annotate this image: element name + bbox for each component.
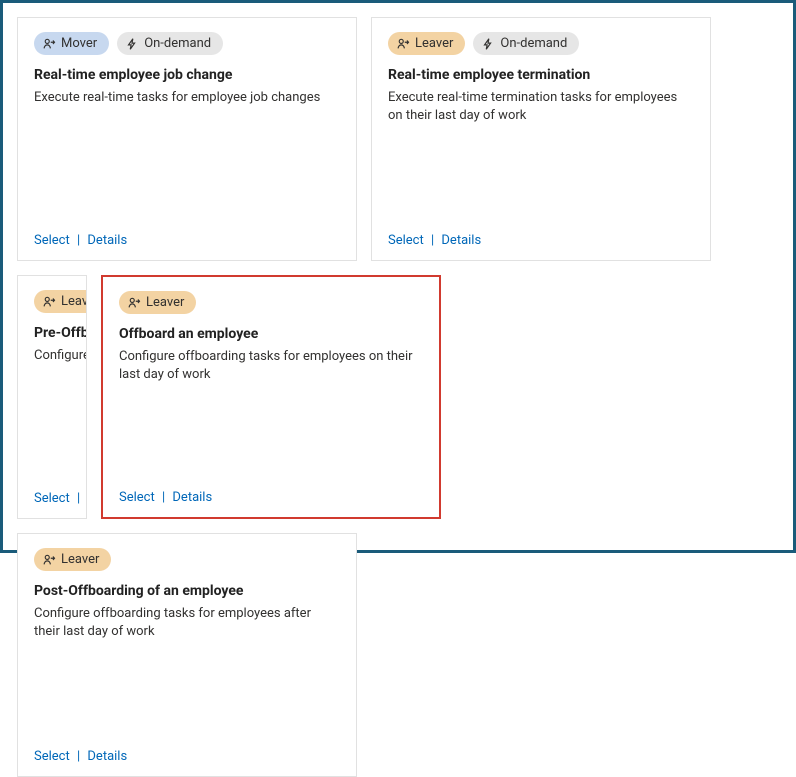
person-arrow-icon [42, 295, 56, 309]
tag-row: Leaver [119, 291, 423, 314]
person-arrow-icon [127, 296, 141, 310]
select-link[interactable]: Select [34, 749, 70, 764]
tag-label: Leaver [61, 552, 99, 567]
card-title: Pre-Offboard [34, 325, 70, 341]
action-separator: | [77, 233, 80, 248]
tag-leaver: Leaver [119, 291, 196, 314]
tag-ondemand: On-demand [473, 32, 579, 55]
card-actions: Select | Details [388, 233, 694, 248]
tag-label: Leaver [146, 295, 184, 310]
details-link[interactable]: Details [441, 233, 481, 248]
details-link[interactable]: Details [87, 749, 127, 764]
tag-label: Leaver [61, 294, 87, 309]
person-arrow-icon [42, 553, 56, 567]
card-realtime-termination[interactable]: Leaver On-demand Real-time employee term… [371, 17, 711, 261]
person-arrow-icon [396, 37, 410, 51]
card-desc: Execute real-time tasks for employee job… [34, 89, 340, 107]
card-desc: Configure pre before their la [34, 347, 70, 365]
card-title: Real-time employee job change [34, 67, 340, 83]
card-desc: Execute real-time termination tasks for … [388, 89, 694, 124]
select-link[interactable]: Select [34, 233, 70, 248]
tag-leaver: Leaver [34, 290, 87, 313]
tag-label: On-demand [144, 36, 211, 51]
card-pre-offboard[interactable]: Leaver Pre-Offboard Configure pre before… [17, 275, 87, 519]
card-offboard-employee[interactable]: Leaver Offboard an employee Configure of… [101, 275, 441, 519]
select-link[interactable]: Select [34, 491, 70, 506]
card-actions: Select | Details [34, 491, 70, 506]
tag-leaver: Leaver [388, 32, 465, 55]
card-desc: Configure offboarding tasks for employee… [34, 605, 340, 640]
card-title: Offboard an employee [119, 326, 423, 342]
tag-leaver: Leaver [34, 548, 111, 571]
action-separator: | [431, 233, 434, 248]
lightning-icon [125, 37, 139, 51]
tag-ondemand: On-demand [117, 32, 223, 55]
action-separator: | [77, 491, 80, 506]
card-desc: Configure offboarding tasks for employee… [119, 348, 423, 383]
card-grid: Mover On-demand Real-time employee job c… [0, 0, 796, 553]
tag-row: Leaver On-demand [388, 32, 694, 55]
card-actions: Select | Details [34, 233, 340, 248]
details-link[interactable]: Details [87, 233, 127, 248]
card-title: Post-Offboarding of an employee [34, 583, 340, 599]
action-separator: | [162, 490, 165, 505]
select-link[interactable]: Select [388, 233, 424, 248]
tag-label: On-demand [500, 36, 567, 51]
details-link[interactable]: Details [172, 490, 212, 505]
tag-row: Leaver [34, 548, 340, 571]
tag-row: Mover On-demand [34, 32, 340, 55]
card-post-offboarding[interactable]: Leaver Post-Offboarding of an employee C… [17, 533, 357, 777]
card-actions: Select | Details [34, 749, 340, 764]
tag-label: Leaver [415, 36, 453, 51]
lightning-icon [481, 37, 495, 51]
action-separator: | [77, 749, 80, 764]
tag-row: Leaver [34, 290, 70, 313]
tag-label: Mover [61, 36, 97, 51]
card-title: Real-time employee termination [388, 67, 694, 83]
tag-mover: Mover [34, 32, 109, 55]
card-actions: Select | Details [119, 490, 423, 505]
person-arrow-icon [42, 37, 56, 51]
card-realtime-job-change[interactable]: Mover On-demand Real-time employee job c… [17, 17, 357, 261]
select-link[interactable]: Select [119, 490, 155, 505]
